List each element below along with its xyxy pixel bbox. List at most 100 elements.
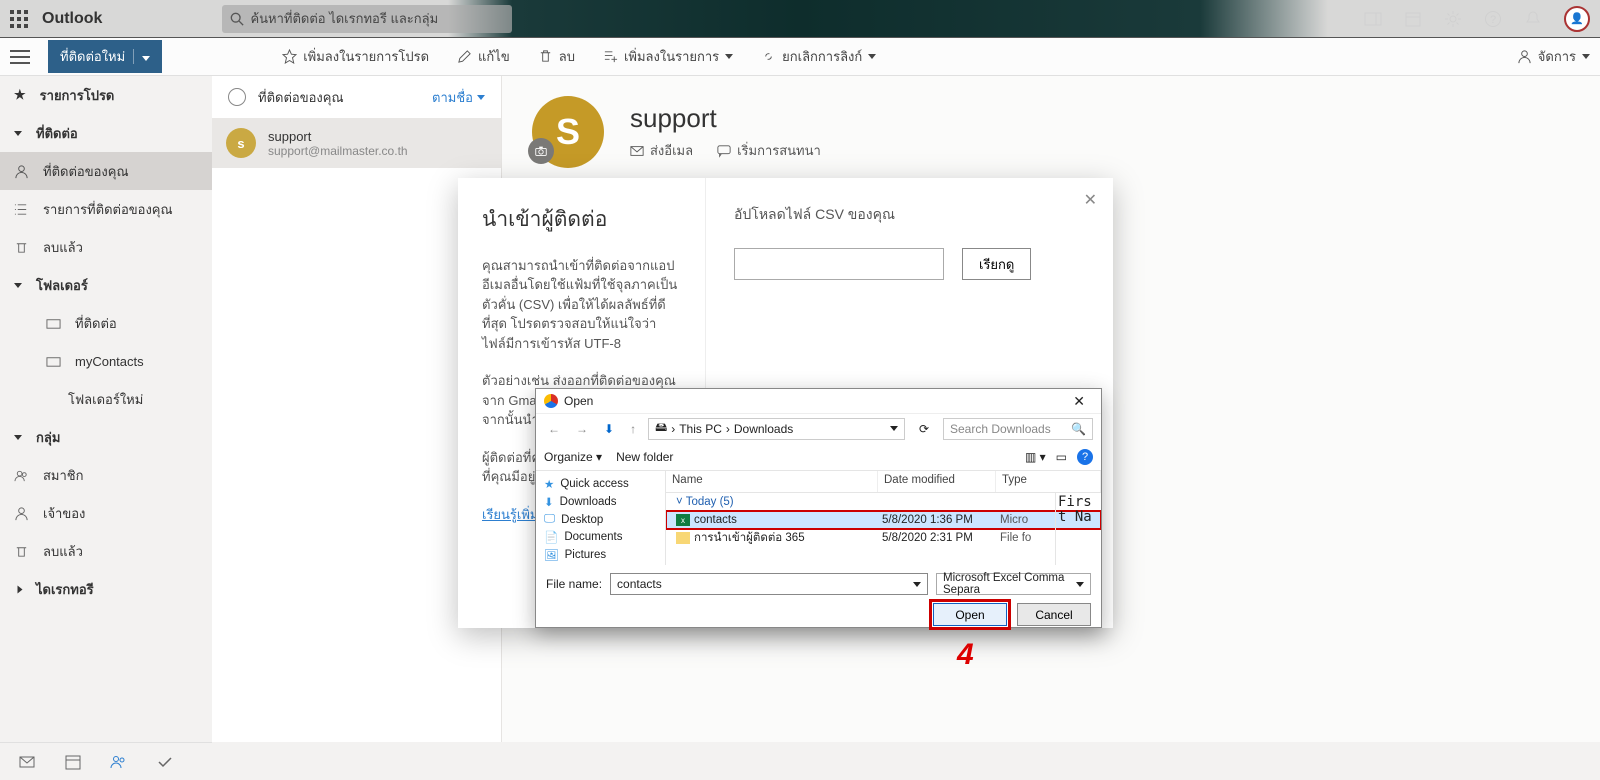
people-icon xyxy=(14,468,29,483)
sidebar-favorites[interactable]: ★ รายการโปรด xyxy=(0,76,212,114)
file-open-dialog: Open ✕ ← → ⬇ ↑ 🖴› This PC› Downloads ⟳ S… xyxy=(535,388,1102,628)
refresh-icon[interactable]: ⟳ xyxy=(913,422,935,436)
favorite-button[interactable]: เพิ่มลงในรายการโปรด xyxy=(282,46,429,67)
sidebar-your-contacts[interactable]: ที่ติดต่อของคุณ xyxy=(0,152,212,190)
sidebar-owner[interactable]: เจ้าของ xyxy=(0,494,212,532)
organize-menu[interactable]: Organize ▾ xyxy=(544,450,602,464)
preview-toggle-button[interactable]: ▭ xyxy=(1056,450,1067,464)
file-group-today[interactable]: ˅ Today (5) xyxy=(666,493,1101,511)
open-button[interactable]: Open xyxy=(933,603,1007,626)
app-launcher-icon[interactable] xyxy=(10,10,28,28)
sidebar-member[interactable]: สมาชิก xyxy=(0,456,212,494)
bell-icon[interactable] xyxy=(1524,10,1542,28)
file-list-header: Name Date modified Type xyxy=(666,471,1101,493)
nav-recent-icon[interactable]: ⬇ xyxy=(600,422,618,436)
col-name[interactable]: Name xyxy=(666,471,878,492)
chevron-down-icon xyxy=(477,95,485,100)
start-chat-button[interactable]: เริ่มการสนทนา xyxy=(717,140,821,161)
sort-button[interactable]: ตามชื่อ xyxy=(432,87,485,108)
annotation-step-4: 4 xyxy=(957,638,974,672)
path-pc[interactable]: This PC xyxy=(679,422,722,436)
file-type-filter[interactable]: Microsoft Excel Comma Separa xyxy=(936,573,1091,595)
user-avatar[interactable]: 👤 xyxy=(1564,6,1590,32)
view-mode-button[interactable]: ▥ ▾ xyxy=(1025,450,1046,464)
chevron-down-icon[interactable] xyxy=(890,426,898,431)
col-type[interactable]: Type xyxy=(996,471,1101,492)
panel-icon[interactable] xyxy=(1364,10,1382,28)
new-folder-button[interactable]: New folder xyxy=(616,450,673,464)
sidebar-your-lists[interactable]: รายการที่ติดต่อของคุณ xyxy=(0,190,212,228)
tree-documents[interactable]: 📄Documents xyxy=(536,528,665,546)
send-email-button[interactable]: ส่งอีเมล xyxy=(630,140,693,161)
sidebar-groups-deleted[interactable]: ลบแล้ว xyxy=(0,532,212,570)
people-icon[interactable] xyxy=(110,753,128,771)
chevron-down-icon[interactable] xyxy=(133,49,150,64)
edit-label: แก้ไข xyxy=(478,46,510,67)
sidebar-contacts-header[interactable]: ที่ติดต่อ xyxy=(0,114,212,152)
manage-button[interactable]: จัดการ xyxy=(1517,46,1590,67)
tree-quick-access[interactable]: ★Quick access xyxy=(536,475,665,493)
sidebar-label: กลุ่ม xyxy=(36,427,60,448)
chat-icon xyxy=(717,144,731,158)
menu-toggle-icon[interactable] xyxy=(10,50,30,64)
mail-icon[interactable] xyxy=(18,753,36,771)
tree-downloads[interactable]: ⬇Downloads xyxy=(536,493,665,511)
dialog-close-button[interactable]: ✕ xyxy=(1065,393,1093,410)
browse-button[interactable]: เรียกดู xyxy=(962,248,1031,280)
drive-icon: 🖴 xyxy=(655,418,667,439)
calendar-icon[interactable] xyxy=(64,753,82,771)
sidebar-groups-header[interactable]: กลุ่ม xyxy=(0,418,212,456)
select-all-checkbox[interactable] xyxy=(228,88,246,106)
person-icon xyxy=(1517,49,1532,64)
path-breadcrumb[interactable]: 🖴› This PC› Downloads xyxy=(648,418,905,440)
col-date[interactable]: Date modified xyxy=(878,471,996,492)
sidebar-deleted[interactable]: ลบแล้ว xyxy=(0,228,212,266)
help-icon[interactable]: ? xyxy=(1077,449,1093,465)
nav-back-icon[interactable]: ← xyxy=(544,422,564,436)
delete-button[interactable]: ลบ xyxy=(538,46,575,67)
help-icon[interactable]: ? xyxy=(1484,10,1502,28)
path-folder[interactable]: Downloads xyxy=(734,422,793,436)
folder-icon xyxy=(46,316,61,331)
gear-icon[interactable] xyxy=(1444,10,1462,28)
close-icon[interactable]: ✕ xyxy=(1084,190,1097,210)
import-para-3a: ผู้ติดต่อที่คุ xyxy=(482,450,540,465)
trash-icon xyxy=(538,49,553,64)
sidebar-label: ลบแล้ว xyxy=(43,541,83,562)
contact-list-item[interactable]: s support support@mailmaster.co.th xyxy=(212,118,501,168)
check-icon[interactable] xyxy=(156,753,174,771)
module-switcher xyxy=(0,742,212,780)
sidebar-new-folder[interactable]: โฟลเดอร์ใหม่ xyxy=(0,380,212,418)
file-name-input[interactable]: contacts xyxy=(610,573,928,595)
nav-up-icon[interactable]: ↑ xyxy=(626,422,640,436)
contact-list-title: ที่ติดต่อของคุณ xyxy=(258,87,344,108)
sidebar-folders-header[interactable]: โฟลเดอร์ xyxy=(0,266,212,304)
search-input[interactable]: ค้นหาที่ติดต่อ ไดเรกทอรี และกลุ่ม xyxy=(222,5,512,33)
sidebar-folder-mycontacts[interactable]: myContacts xyxy=(0,342,212,380)
trash-icon xyxy=(14,544,29,559)
chevron-down-icon[interactable] xyxy=(913,582,921,587)
edit-button[interactable]: แก้ไข xyxy=(457,46,510,67)
cancel-button[interactable]: Cancel xyxy=(1017,603,1091,626)
file-row-contacts[interactable]: xcontacts 5/8/2020 1:36 PM Micro xyxy=(666,511,1101,529)
unlink-button[interactable]: ยกเลิกการลิงก์ xyxy=(761,46,876,67)
nav-forward-icon[interactable]: → xyxy=(572,422,592,436)
tree-desktop[interactable]: 🖵Desktop xyxy=(536,511,665,528)
desktop-icon: 🖵 xyxy=(544,513,555,526)
calendar-icon[interactable] xyxy=(1404,10,1422,28)
camera-icon[interactable] xyxy=(528,138,554,164)
dialog-footer: File name: contacts Microsoft Excel Comm… xyxy=(536,565,1101,634)
search-icon: 🔍 xyxy=(1071,422,1086,436)
csv-file-input[interactable] xyxy=(734,248,944,280)
new-contact-button[interactable]: ที่ติดต่อใหม่ xyxy=(48,40,162,73)
folder-search-input[interactable]: Search Downloads 🔍 xyxy=(943,418,1093,440)
file-row-folder[interactable]: การนำเข้าผู้ติดต่อ 365 5/8/2020 2:31 PM … xyxy=(666,529,1101,547)
sidebar-folder-contacts[interactable]: ที่ติดต่อ xyxy=(0,304,212,342)
sidebar-directory[interactable]: ไดเรกทอรี xyxy=(0,570,212,608)
dialog-body: ★Quick access ⬇Downloads 🖵Desktop 📄Docum… xyxy=(536,471,1101,565)
chevron-right-icon xyxy=(11,585,26,593)
sidebar-label: ไดเรกทอรี xyxy=(36,579,94,600)
tree-pictures[interactable]: 🖼Pictures xyxy=(536,546,665,564)
sidebar-label: เจ้าของ xyxy=(43,503,85,524)
add-to-list-button[interactable]: เพิ่มลงในรายการ xyxy=(603,46,733,67)
